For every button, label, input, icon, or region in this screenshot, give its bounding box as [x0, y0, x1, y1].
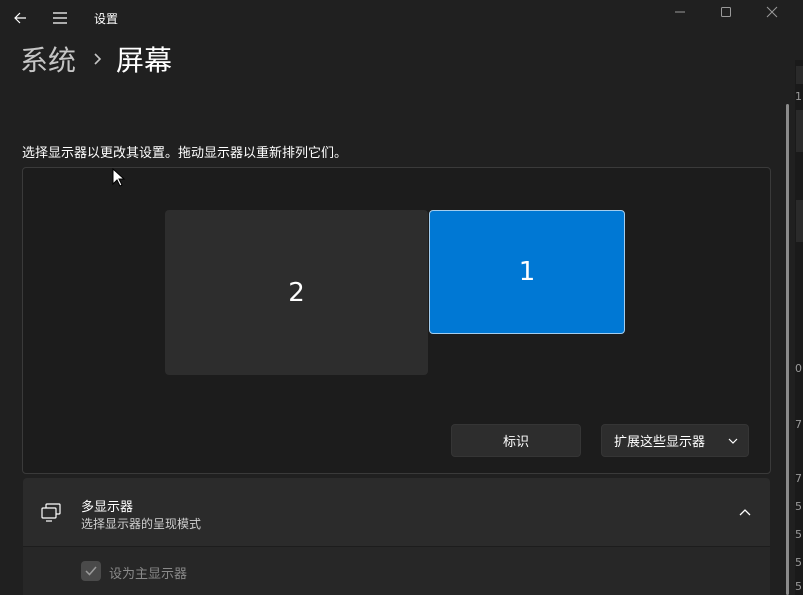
multiple-displays-subtitle: 选择显示器的呈现模式 — [81, 517, 202, 531]
breadcrumb: 系统 屏幕 — [20, 38, 172, 80]
multiple-displays-title: 多显示器 — [81, 500, 134, 515]
chevron-up-icon[interactable] — [733, 502, 757, 522]
make-primary-checkbox[interactable] — [81, 561, 101, 581]
hamburger-icon[interactable] — [48, 6, 72, 30]
background-window-block — [796, 200, 803, 242]
background-window-text: 5 — [795, 528, 802, 541]
monitor-2[interactable]: 2 — [165, 210, 428, 375]
arrow-left-icon[interactable] — [8, 6, 32, 30]
multiple-displays-card[interactable]: 多显示器 选择显示器的呈现模式 — [23, 478, 770, 546]
monitor-1-selected[interactable]: 1 — [429, 210, 625, 334]
background-window-block — [796, 66, 803, 84]
mouse-cursor-icon — [112, 167, 126, 188]
page-title: 屏幕 — [116, 44, 173, 77]
title-bar: 设置 — [0, 0, 803, 36]
close-icon[interactable] — [749, 0, 795, 24]
display-mode-select[interactable]: 扩展这些显示器 — [601, 424, 749, 457]
app-title: 设置 — [94, 12, 119, 26]
make-primary-label: 设为主显示器 — [109, 567, 188, 582]
background-window-text: 0 — [795, 362, 802, 375]
scrollbar[interactable] — [786, 104, 789, 595]
background-window-text: 7 — [795, 418, 802, 431]
arrangement-instruction: 选择显示器以更改其设置。拖动显示器以重新排列它们。 — [22, 146, 348, 161]
display-mode-value: 扩展这些显示器 — [614, 435, 706, 450]
background-window-text: 5 — [795, 556, 802, 569]
background-window-block — [796, 110, 803, 152]
background-window-text: 7 — [795, 472, 802, 485]
multiple-displays-body: 设为主显示器 — [23, 546, 770, 595]
minimize-icon[interactable] — [657, 0, 703, 24]
background-window-text: 5 — [795, 500, 802, 513]
maximize-icon[interactable] — [703, 0, 749, 24]
chevron-down-icon — [718, 438, 748, 444]
multiple-displays-icon — [39, 500, 63, 524]
identify-button[interactable]: 标识 — [451, 424, 581, 457]
monitor-1-number: 1 — [518, 257, 536, 287]
chevron-right-icon — [92, 52, 102, 66]
background-window-text: 5 — [795, 580, 802, 593]
display-arrangement-panel: 2 1 标识 扩展这些显示器 — [22, 167, 771, 474]
monitor-2-number: 2 — [288, 277, 305, 308]
breadcrumb-system[interactable]: 系统 — [20, 39, 76, 79]
background-window-text: 1 — [795, 90, 802, 103]
